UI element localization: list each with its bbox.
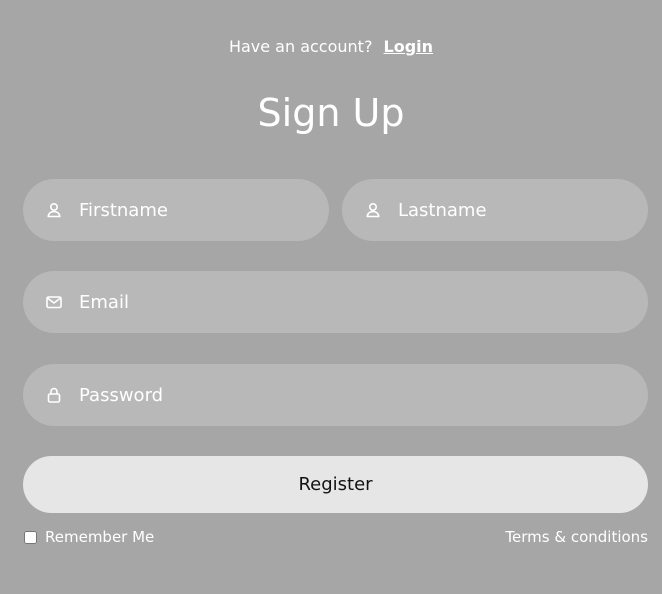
login-prompt: Have an account? Login [0,36,662,58]
remember-me[interactable]: Remember Me [23,527,154,547]
login-link[interactable]: Login [384,37,434,56]
login-prompt-text: Have an account? [228,37,373,56]
firstname-field[interactable] [23,179,329,241]
lastname-field[interactable] [342,179,648,241]
firstname-input[interactable] [79,195,329,225]
register-button[interactable]: Register [23,456,648,513]
password-field[interactable] [23,364,648,426]
password-input[interactable] [79,380,648,410]
user-icon [45,201,63,219]
lock-icon [45,386,63,404]
lastname-input[interactable] [398,195,648,225]
remember-me-checkbox[interactable] [24,530,37,544]
signup-page: Have an account? Login Sign Up Firstname… [0,0,662,594]
terms-link[interactable]: Terms & conditions [505,527,648,547]
mail-icon [45,293,63,311]
user-icon [364,201,382,219]
remember-me-label: Remember Me [45,528,155,546]
email-field[interactable] [23,271,648,333]
email-input[interactable] [79,287,648,317]
page-title: Sign Up [257,91,405,135]
